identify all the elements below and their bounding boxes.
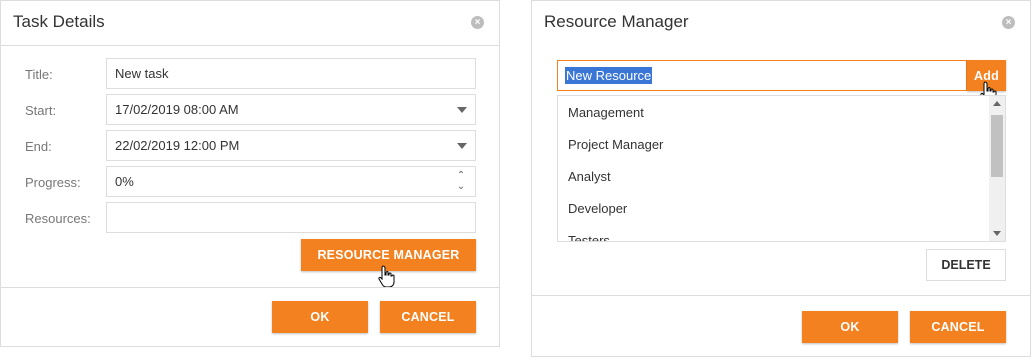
ok-button[interactable]: OK <box>272 301 368 333</box>
title-input[interactable]: New task <box>106 58 476 89</box>
dropdown-arrow-icon[interactable] <box>457 107 467 113</box>
divider <box>532 295 1030 296</box>
cancel-button[interactable]: CANCEL <box>910 311 1006 343</box>
spinner-icon[interactable]: ⌃ ⌄ <box>455 171 467 193</box>
close-icon[interactable] <box>471 16 484 29</box>
dialog-title: Resource Manager <box>544 12 689 31</box>
scroll-thumb[interactable] <box>991 115 1003 177</box>
resources-label: Resources: <box>25 211 91 226</box>
resource-list[interactable]: Management Project Manager Analyst Devel… <box>557 95 1006 242</box>
resource-manager-dialog: Resource Manager New Resource Add Manage… <box>531 0 1031 357</box>
list-item[interactable]: Analyst <box>568 169 611 184</box>
selected-text: New Resource <box>565 67 653 84</box>
list-item[interactable]: Project Manager <box>568 137 663 152</box>
cancel-button[interactable]: CANCEL <box>380 301 476 333</box>
title-label: Title: <box>25 67 53 82</box>
hand-cursor-icon <box>378 265 395 288</box>
list-item[interactable]: Management <box>568 105 644 120</box>
start-label: Start: <box>25 103 57 118</box>
scrollbar[interactable] <box>989 96 1005 241</box>
end-label: End: <box>25 139 52 154</box>
task-details-dialog: Task Details Title: New task Start: 17/0… <box>0 0 500 347</box>
resources-input[interactable] <box>106 202 476 233</box>
progress-spinner[interactable]: 0% ⌃ ⌄ <box>106 166 476 197</box>
progress-value: 0% <box>115 174 134 189</box>
progress-label: Progress: <box>25 175 81 190</box>
scroll-up-icon[interactable] <box>993 101 1001 106</box>
ok-button[interactable]: OK <box>802 311 898 343</box>
close-icon[interactable] <box>1002 16 1015 29</box>
end-date-value: 22/02/2019 12:00 PM <box>115 138 240 153</box>
end-date-picker[interactable]: 22/02/2019 12:00 PM <box>106 130 476 161</box>
dropdown-arrow-icon[interactable] <box>457 143 467 149</box>
delete-button[interactable]: DELETE <box>926 249 1006 281</box>
dialog-title: Task Details <box>13 12 105 31</box>
list-item[interactable]: Testers <box>568 233 610 241</box>
spin-down-icon[interactable]: ⌄ <box>455 182 467 193</box>
start-date-picker[interactable]: 17/02/2019 08:00 AM <box>106 94 476 125</box>
list-item[interactable]: Developer <box>568 201 627 216</box>
divider <box>1 287 499 288</box>
new-resource-input[interactable]: New Resource <box>557 60 967 91</box>
divider <box>1 45 499 46</box>
scroll-down-icon[interactable] <box>993 231 1001 236</box>
start-date-value: 17/02/2019 08:00 AM <box>115 102 239 117</box>
